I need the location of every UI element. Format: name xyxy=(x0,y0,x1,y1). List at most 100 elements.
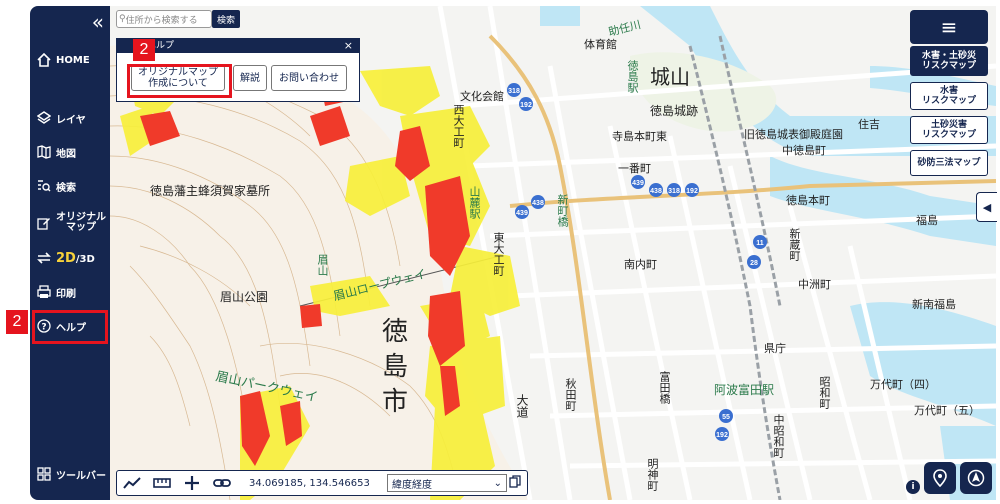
meijin-label: 明神町 xyxy=(646,458,658,491)
minami-fukushima-label: 新南福島 xyxy=(912,299,956,311)
tomida-label: 富田橋 xyxy=(658,371,670,404)
kencho-label: 県庁 xyxy=(764,343,786,355)
sidebar-item-label: ツールバー xyxy=(56,470,106,482)
ruler-icon[interactable] xyxy=(147,472,177,494)
step-badge-popup: 2 xyxy=(133,39,155,61)
grid-icon xyxy=(36,466,52,482)
landslide-risk-map-button[interactable]: 土砂災害 リスクマップ xyxy=(910,116,988,144)
app-frame: 318 192 438 439 439 438 318 192 11 28 55… xyxy=(0,0,1000,504)
old-palace-label: 旧徳島城表御殿庭園 xyxy=(744,129,843,141)
minamiuchi-label: 南内町 xyxy=(624,259,657,271)
hamburger-icon[interactable]: ≡ xyxy=(910,10,988,44)
svg-text:439: 439 xyxy=(632,180,644,187)
chart-line-icon[interactable] xyxy=(117,472,147,494)
svg-text:438: 438 xyxy=(650,188,662,195)
higashi-label: 東大工町 xyxy=(492,232,504,276)
sidebar-item-toolbar[interactable]: ツールバー xyxy=(30,464,110,484)
contact-button[interactable]: お問い合わせ xyxy=(271,65,347,91)
flood-risk-map-button[interactable]: 水害 リスクマップ xyxy=(910,82,988,110)
naka-showa-label: 中昭和町 xyxy=(772,414,784,458)
hachisuka-label: 徳島藩主蜂須賀家墓所 xyxy=(150,184,271,198)
printer-icon xyxy=(36,284,52,300)
bunka-label: 文化会館 xyxy=(460,91,504,103)
sidebar-item-home[interactable]: HOME xyxy=(30,50,110,70)
bizan-park-label: 眉山公園 xyxy=(220,290,269,304)
sidebar-item-original-map[interactable]: オリジナル マップ xyxy=(30,210,110,236)
close-icon[interactable]: × xyxy=(344,39,353,53)
sabo-three-laws-map-button[interactable]: 砂防三法マップ xyxy=(910,150,988,176)
double-chevron-left-icon[interactable]: « xyxy=(92,10,104,34)
switch-icon xyxy=(36,250,52,266)
home-icon xyxy=(36,52,52,68)
copy-icon[interactable] xyxy=(509,475,523,491)
address-search-input[interactable]: ⚲ 住所から検索する xyxy=(116,10,212,28)
map-icon xyxy=(36,144,52,160)
shiroyama-label: 城山 xyxy=(650,67,690,89)
awa-tomida-station-label: 阿波富田駅 xyxy=(714,383,775,397)
svg-text:192: 192 xyxy=(520,102,532,109)
sidebar-item-print[interactable]: 印刷 xyxy=(30,282,110,302)
mandai5-label: 万代町（五） xyxy=(914,405,980,417)
original-map-highlight-box xyxy=(127,64,232,98)
sidebar-item-label: 検索 xyxy=(56,182,76,194)
city-label-2: 島 xyxy=(382,351,409,381)
coordinate-format-select[interactable]: 緯度経度 ⌄ xyxy=(387,474,507,492)
search-button[interactable]: 検索 xyxy=(212,10,240,28)
akita-label: 秋田町 xyxy=(564,378,576,411)
sidebar: « HOME レイヤ 地図 検索 オリジナル マップ 2D/3D 印刷 ? ヘル… xyxy=(30,6,110,500)
edit-icon xyxy=(36,215,52,231)
ichibancho-label: 一番町 xyxy=(618,163,651,175)
bottom-toolbar: 34.069185, 134.546653 緯度経度 ⌄ xyxy=(116,470,528,496)
shinmachi-bridge-label: 新町橋 xyxy=(556,194,568,227)
daido-label: 大道 xyxy=(515,394,529,418)
link-icon[interactable] xyxy=(207,472,237,494)
sidebar-item-2d3d[interactable]: 2D/3D xyxy=(30,246,110,270)
showa-label: 昭和町 xyxy=(818,376,830,409)
svg-text:192: 192 xyxy=(716,432,728,439)
svg-text:11: 11 xyxy=(756,240,764,247)
sidebar-item-label: HOME xyxy=(56,54,90,66)
naka-tokushima-label: 中徳島町 xyxy=(782,145,826,157)
svg-text:192: 192 xyxy=(686,188,698,195)
layers-icon xyxy=(36,110,52,126)
north-compass-icon[interactable] xyxy=(960,462,992,494)
city-label-3: 市 xyxy=(382,386,409,416)
search-list-icon xyxy=(36,178,52,194)
terashima-label: 寺島本町東 xyxy=(612,131,667,143)
info-icon[interactable]: i xyxy=(906,480,920,494)
3d-label: /3D xyxy=(75,253,95,265)
sidebar-item-layers[interactable]: レイヤ xyxy=(30,108,110,128)
svg-text:438: 438 xyxy=(532,200,544,207)
sidebar-item-map[interactable]: 地図 xyxy=(30,142,110,162)
chevron-left-icon[interactable]: ◀ xyxy=(976,192,997,222)
search-icon: ⚲ xyxy=(119,14,126,24)
svg-text:318: 318 xyxy=(668,188,680,195)
sanroku-station-label: 山麓駅 xyxy=(468,186,480,219)
tokushima-honcho-label: 徳島本町 xyxy=(786,195,830,207)
chevron-down-icon: ⌄ xyxy=(493,477,502,489)
svg-text:439: 439 xyxy=(516,210,528,217)
flood-landslide-risk-map-button[interactable]: 水害・土砂災 リスクマップ xyxy=(910,46,988,76)
explanation-button[interactable]: 解説 xyxy=(233,65,267,91)
chunai-label: 中洲町 xyxy=(798,279,831,291)
svg-text:28: 28 xyxy=(750,260,758,267)
shinzo-label: 新蔵町 xyxy=(788,228,800,261)
fukushima-label: 福島 xyxy=(916,215,938,227)
help-highlight-box xyxy=(32,310,108,344)
mandai-label: 万代町（四） xyxy=(870,379,936,391)
sidebar-item-label: 地図 xyxy=(56,148,76,160)
sidebar-item-label: 印刷 xyxy=(56,288,76,300)
bizan-peak-label: 眉山 xyxy=(316,254,328,276)
crosshair-icon[interactable] xyxy=(177,472,207,494)
step-badge-sidebar: 2 xyxy=(6,310,28,334)
location-pin-icon[interactable] xyxy=(924,462,956,494)
sidebar-item-label: オリジナル マップ xyxy=(56,212,106,233)
search-placeholder: 住所から検索する xyxy=(125,15,198,26)
svg-text:318: 318 xyxy=(508,88,520,95)
nishi-label: 西大工町 xyxy=(452,104,464,148)
tokushima-station-label: 徳島駅 xyxy=(626,60,638,93)
sidebar-item-search[interactable]: 検索 xyxy=(30,176,110,196)
castle-ruins-label: 徳島城跡 xyxy=(650,104,699,118)
sidebar-item-label: レイヤ xyxy=(56,114,86,126)
sumiyoshi-label: 住吉 xyxy=(858,119,880,131)
